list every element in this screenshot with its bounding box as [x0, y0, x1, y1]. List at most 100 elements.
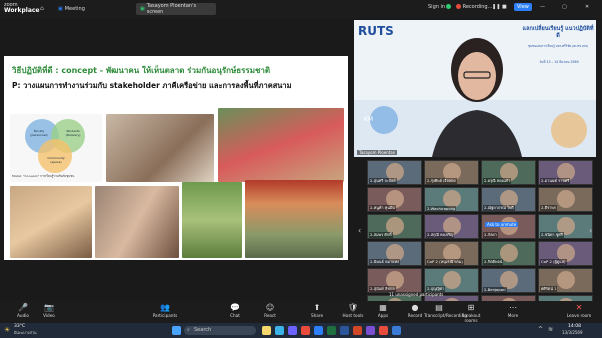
wifi-icon[interactable]: ≋ [548, 326, 553, 333]
participant-tile[interactable]: 2-หนูคำ ทุนอิน [367, 187, 422, 212]
clock-time[interactable]: 14:08 [568, 324, 581, 329]
participant-video [557, 271, 575, 289]
participants-button[interactable]: 👥 Participants [150, 303, 180, 318]
participant-tile[interactable]: 2-สุนทรี จะปัยย์ [367, 160, 422, 185]
pdf-icon[interactable] [379, 326, 388, 335]
chat-label: Chat [230, 313, 240, 318]
view-button[interactable]: View [514, 3, 532, 11]
sign-in-link[interactable]: Sign in [428, 4, 445, 10]
transcript-button[interactable]: ▤ Transcript/Recording [424, 303, 467, 318]
participant-name: CoP 2 (หนุ่งรณี พรม) [426, 259, 464, 265]
participant-tile[interactable]: 2-สกุณี คงเจริญ [424, 214, 479, 239]
chat-button[interactable]: 💬 Chat [220, 303, 250, 318]
maximize-icon[interactable]: ▢ [562, 4, 567, 10]
pause-icon[interactable]: ❚❚ [492, 4, 500, 10]
participant-video [557, 190, 575, 208]
ask-to-unmute-button[interactable]: Ask to unmute [485, 222, 519, 227]
km-badge: KM [364, 116, 374, 123]
slide-title: วิธีปฏิบัติที่ดี : concept - พัฒนาคน ให้… [12, 66, 271, 75]
screen-icon: ▣ [140, 6, 145, 12]
stop-icon[interactable]: ■ [502, 4, 507, 10]
venn-diagram [25, 119, 85, 173]
share-label: Share [310, 313, 324, 318]
co-learn-diagram: Faculty (personnel) Students (Delivery) … [10, 114, 102, 182]
apps-icon: ▦ [379, 303, 387, 312]
excel-icon[interactable] [327, 326, 336, 335]
host-tools-icon: 🛡 [348, 303, 359, 312]
chrome-icon[interactable] [301, 326, 310, 335]
breakout-rooms-icon: ⊞ [467, 303, 475, 312]
unassigned-participants-label[interactable]: 11 unassigned participants [389, 292, 443, 297]
recording-label: Recording... [462, 4, 493, 10]
grid-next-icon[interactable]: › [589, 226, 592, 235]
participant-name: 2-ชนิดา ชูศรี [540, 232, 564, 238]
participants-label: Participants [152, 313, 178, 318]
more-icon: ⋯ [509, 303, 517, 312]
presenter-person [432, 38, 522, 157]
zoom-topbar: zoom Workplace ⌂ ▣ Meeting ▣ Tasayom Plo… [0, 0, 602, 18]
video-button[interactable]: 📷 Video [34, 303, 64, 318]
participant-name: CoP 2 (ผู้ดูแล) [540, 259, 567, 265]
participant-tile[interactable]: 2-รุ่งทิพย์ เรือฟอง [424, 160, 479, 185]
clock-date[interactable]: 13/3/2569 [562, 330, 583, 335]
participant-tile[interactable]: CoP 2 (หนุ่งรณี พรม) [424, 241, 479, 266]
participant-tile[interactable]: 2-สมพร ศักดิ์ [367, 214, 422, 239]
leave-room-icon: ✕ [575, 303, 583, 312]
participant-name: 2-Wachirapong [426, 206, 457, 211]
react-button[interactable]: ☺ React [255, 303, 285, 318]
participant-name: 2-ธีราพร [540, 205, 557, 211]
edge-icon[interactable] [275, 326, 284, 335]
taskbar-search[interactable]: ⌕ Search [184, 326, 256, 335]
tab-screen[interactable]: ▣ Tasayom Ploentan's screen [136, 3, 216, 15]
store-icon[interactable] [288, 326, 297, 335]
participant-tile[interactable]: 2-ธีราพร [538, 187, 593, 212]
participant-tile[interactable]: ศศิรัตน์ ว [538, 268, 593, 293]
participant-name: 2-อรุณี ทองแก้ว [483, 178, 512, 184]
participant-tile[interactable]: 2-นิพนธ์ หมาแหง [367, 241, 422, 266]
windows-taskbar: ☀ 33°C มีเมฆบางส่วน ⌕ Search ^ ≋ 14:08 1… [0, 323, 602, 338]
apps-button[interactable]: ▦ Apps [368, 303, 398, 318]
search-icon: ⌕ [187, 327, 190, 333]
close-icon[interactable]: ✕ [585, 4, 589, 10]
participant-tile[interactable]: CoP 2 (ผู้ดูแล) [538, 241, 593, 266]
zoom-icon[interactable] [314, 326, 323, 335]
participant-tile[interactable]: 2-ชนิดา ชูศรี [538, 214, 593, 239]
home-icon[interactable]: ⌂ [40, 5, 44, 12]
slide-subtitle: P: วางแผนการทำงานร่วมกับ stakeholder ภาค… [12, 81, 292, 90]
teams-icon[interactable] [366, 326, 375, 335]
leave-room-button[interactable]: ✕ Leave room [564, 303, 594, 318]
participants-icon: 👥 [160, 303, 170, 312]
file-explorer-icon[interactable] [262, 326, 271, 335]
word-icon[interactable] [340, 326, 349, 335]
participant-tile[interactable]: 2-ณัฐยาภรณ์ ใจดี [481, 187, 536, 212]
grid-prev-icon[interactable]: ‹ [358, 226, 361, 235]
powerpoint-icon[interactable] [353, 326, 362, 335]
more-button[interactable]: ⋯ More [498, 303, 528, 318]
participant-tile[interactable]: 2-อรุณี ทองแก้ว [481, 160, 536, 185]
tab-meeting[interactable]: ▣ Meeting [54, 3, 90, 15]
participant-name: 2-รุ่งทิพย์ เรือฟอง [426, 178, 457, 184]
participant-tile[interactable]: 2-ปุญญิศา [424, 268, 479, 293]
tab-screen-label: Tasayom Ploentan's screen [146, 3, 197, 15]
share-button[interactable]: ⬆ Share [302, 303, 332, 318]
breakout-rooms-button[interactable]: ⊞ Breakout rooms [456, 303, 486, 323]
participant-tile[interactable]: 2-Wachirapong [424, 187, 479, 212]
host-tools-label: Host tools [342, 313, 364, 318]
participant-tile[interactable]: 2-อานนท์ ราชศรี [538, 160, 593, 185]
tab-meeting-label: Meeting [64, 6, 85, 12]
participant-tile[interactable]: 2-กิตติพจน์ [481, 241, 536, 266]
diagram-label-faculty: Faculty (personnel) [30, 129, 48, 137]
start-icon[interactable] [172, 326, 181, 335]
participant-name: 2-นิพนธ์ หมาแหง [369, 259, 400, 265]
participant-tile[interactable]: 2-สุนันท์ ลิชกล [367, 268, 422, 293]
recording-indicator[interactable]: Recording... [456, 4, 492, 10]
breakout-rooms-label: Breakout rooms [461, 313, 481, 323]
participant-name: 2-ณัฐยาภรณ์ ใจดี [483, 205, 515, 211]
outlook-icon[interactable] [392, 326, 401, 335]
minimize-icon[interactable]: — [540, 4, 545, 10]
presenter-video[interactable]: RUTS แลกเปลี่ยนเรียนรู้ แนวปฏิบัติที่ดี … [354, 20, 596, 157]
tray-chevron-icon[interactable]: ^ [538, 326, 543, 333]
host-tools-button[interactable]: 🛡 Host tools [338, 303, 368, 318]
record-icon: ● [411, 303, 419, 312]
participant-tile[interactable]: 2-Benjapon [481, 268, 536, 293]
